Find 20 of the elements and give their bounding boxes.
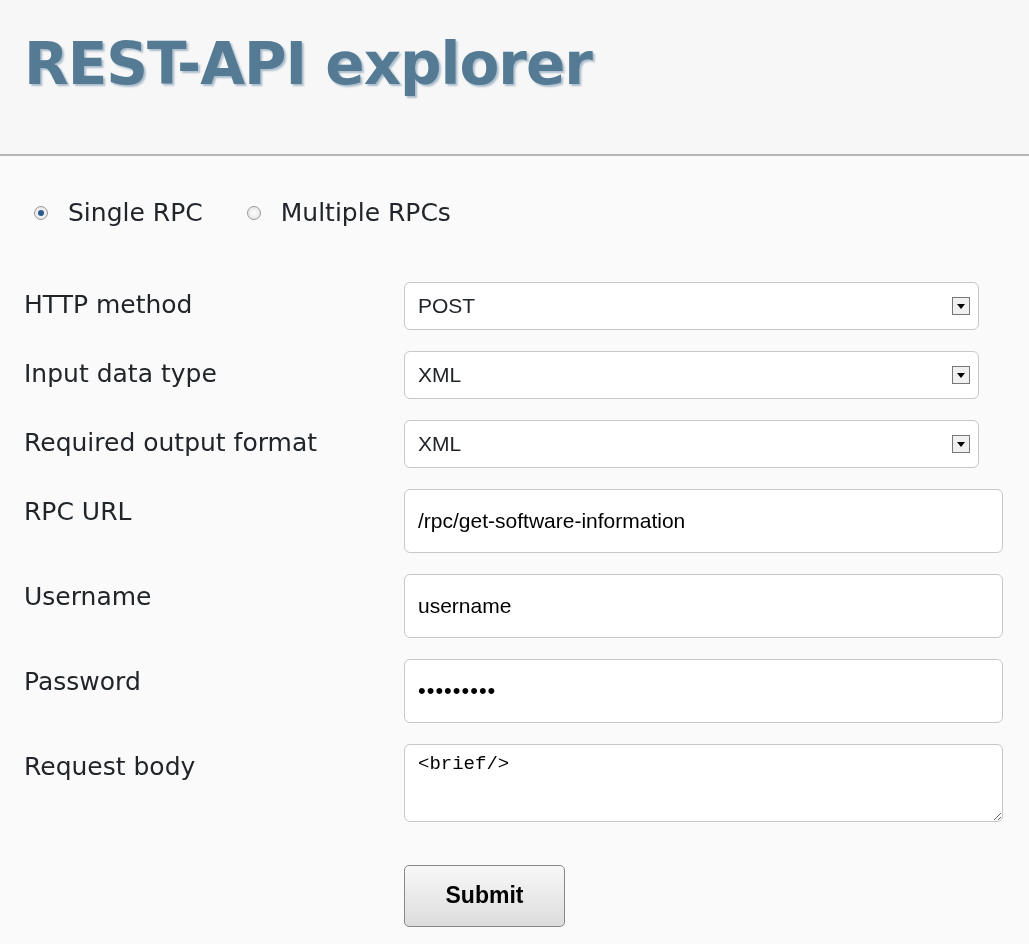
radio-label[interactable]: Single RPC xyxy=(68,194,203,232)
field-label: Request body xyxy=(24,750,197,783)
password-field[interactable]: ••••••••• xyxy=(404,658,1003,723)
field-label: RPC URL xyxy=(24,495,133,528)
radio-label[interactable]: Multiple RPCs xyxy=(280,194,451,232)
dropdown[interactable]: POST xyxy=(404,281,979,330)
field-label: HTTP method xyxy=(24,288,194,321)
text-field[interactable]: username xyxy=(404,573,1003,638)
radio-button[interactable] xyxy=(34,205,48,220)
field-label: Input data type xyxy=(24,357,218,390)
dropdown[interactable]: XML xyxy=(404,419,979,468)
text-area[interactable]: <brief/> xyxy=(404,743,1003,822)
field-label: Password xyxy=(24,665,142,698)
field-label: Username xyxy=(24,580,153,613)
page-title: REST-API explorer xyxy=(24,30,592,100)
dropdown[interactable]: XML xyxy=(404,350,979,399)
radio-button[interactable] xyxy=(246,205,261,220)
text-field[interactable]: /rpc/get-software-information xyxy=(404,488,1003,553)
submit-button[interactable]: Submit xyxy=(404,864,565,927)
field-label: Required output format xyxy=(24,426,319,459)
